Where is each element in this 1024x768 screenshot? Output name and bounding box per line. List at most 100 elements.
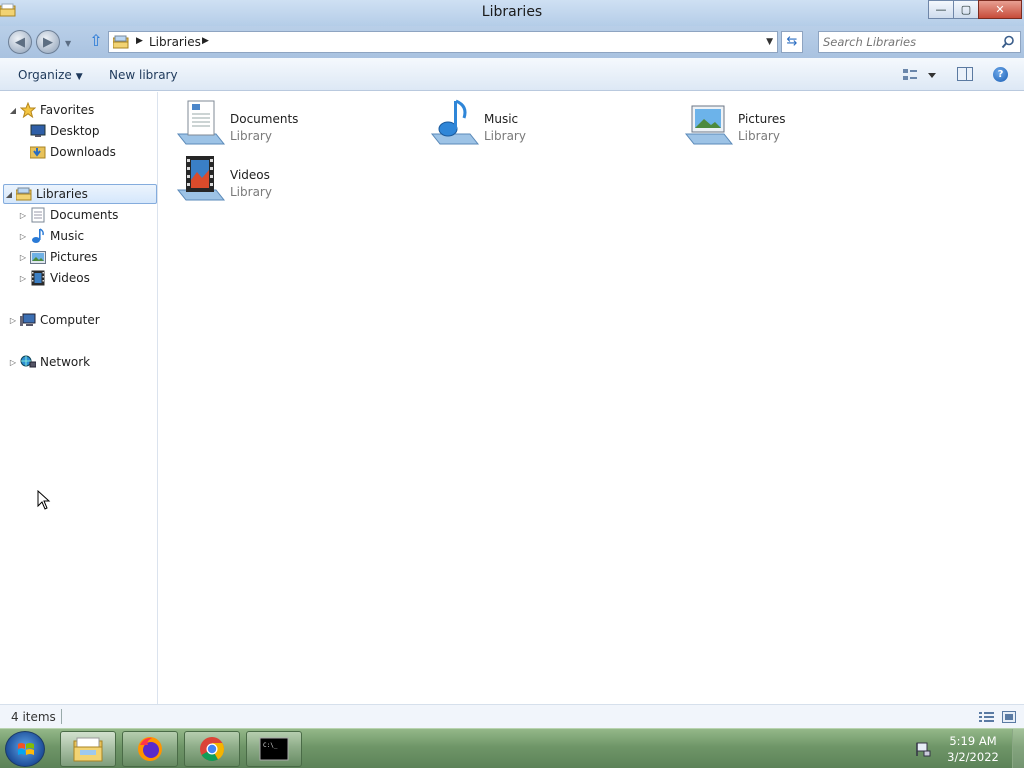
firefox-icon bbox=[138, 737, 162, 761]
taskbar-firefox[interactable] bbox=[122, 731, 178, 767]
maximize-button[interactable]: ▢ bbox=[953, 0, 979, 19]
library-tile-pictures[interactable]: Pictures Library bbox=[684, 98, 924, 150]
windows-logo-icon bbox=[18, 743, 34, 755]
expanded-arrow-icon[interactable]: ◢ bbox=[8, 106, 18, 115]
preview-pane-icon[interactable] bbox=[957, 67, 973, 81]
recent-pages-dropdown[interactable]: ▼ bbox=[65, 39, 71, 48]
command-bar: Organize ▼ New library ? bbox=[0, 58, 1024, 91]
music-note-icon bbox=[30, 228, 46, 244]
large-icons-view-icon[interactable] bbox=[1002, 711, 1016, 723]
taskbar-cmd[interactable]: C:\_ bbox=[246, 731, 302, 767]
tree-pictures[interactable]: ▷ Pictures bbox=[18, 247, 98, 267]
explorer-folder-icon bbox=[73, 737, 103, 762]
up-arrow-icon[interactable]: ⇧ bbox=[88, 32, 104, 50]
tree-favorites[interactable]: ◢ Favorites bbox=[8, 100, 94, 120]
address-bar[interactable]: ▶ Libraries ▶ ▼ bbox=[108, 31, 778, 53]
taskbar-explorer[interactable] bbox=[60, 731, 116, 767]
taskbar-clock[interactable]: 5:19 AM 3/2/2022 bbox=[940, 733, 1006, 765]
tree-videos[interactable]: ▷ Videos bbox=[18, 268, 90, 288]
search-input[interactable] bbox=[823, 34, 998, 50]
breadcrumb-chevron-icon[interactable]: ▶ bbox=[202, 36, 209, 46]
organize-label: Organize bbox=[18, 68, 72, 82]
pictures-icon bbox=[30, 249, 46, 265]
forward-button[interactable]: ▶ bbox=[36, 30, 60, 54]
window-title: Libraries bbox=[481, 4, 543, 20]
breadcrumb-chevron-icon[interactable]: ▶ bbox=[136, 36, 143, 46]
tree-documents[interactable]: ▷ Documents bbox=[18, 205, 118, 225]
libraries-icon bbox=[113, 35, 129, 49]
computer-icon bbox=[20, 312, 36, 328]
library-type: Library bbox=[230, 129, 272, 143]
libraries-label: Libraries bbox=[36, 187, 88, 201]
library-tile-documents[interactable]: Documents Library bbox=[176, 98, 416, 150]
library-tile-music[interactable]: Music Library bbox=[430, 98, 670, 150]
details-view-icon[interactable] bbox=[979, 711, 994, 723]
collapsed-arrow-icon[interactable]: ▷ bbox=[18, 274, 28, 283]
collapsed-arrow-icon[interactable]: ▷ bbox=[8, 316, 18, 325]
taskbar: C:\_ 5:19 AM 3/2/2022 bbox=[0, 728, 1024, 768]
clock-time: 5:19 AM bbox=[949, 734, 997, 748]
refresh-icon: ⇆ bbox=[786, 34, 798, 49]
title-bar: Libraries — ▢ ✕ bbox=[0, 0, 1024, 26]
downloads-folder-icon bbox=[30, 144, 46, 160]
expanded-arrow-icon[interactable]: ◢ bbox=[4, 190, 14, 199]
music-library-icon bbox=[430, 99, 480, 145]
help-icon[interactable]: ? bbox=[993, 67, 1008, 82]
mouse-cursor-icon bbox=[37, 490, 51, 510]
navigation-bar: ◀ ▶ ▼ ⇧ ▶ Libraries ▶ ▼ ⇆ bbox=[0, 26, 1024, 58]
chrome-icon bbox=[200, 737, 224, 762]
tree-desktop[interactable]: Desktop bbox=[28, 121, 100, 141]
item-count: 4 items bbox=[11, 710, 56, 724]
tree-network[interactable]: ▷ Network bbox=[8, 352, 90, 372]
forward-arrow-icon: ▶ bbox=[43, 34, 53, 50]
tree-downloads[interactable]: Downloads bbox=[28, 142, 116, 162]
network-icon bbox=[20, 354, 36, 370]
search-box[interactable] bbox=[818, 31, 1021, 53]
library-name: Music bbox=[484, 112, 519, 126]
library-type: Library bbox=[230, 185, 272, 199]
status-divider bbox=[61, 709, 62, 724]
library-type: Library bbox=[484, 129, 526, 143]
network-label: Network bbox=[40, 355, 91, 369]
library-tile-videos[interactable]: Videos Library bbox=[176, 154, 416, 206]
dropdown-caret-icon: ▼ bbox=[75, 72, 83, 82]
command-prompt-icon: C:\_ bbox=[259, 737, 289, 761]
videos-library-icon bbox=[176, 156, 226, 201]
minimize-button[interactable]: — bbox=[928, 0, 954, 19]
tree-music[interactable]: ▷ Music bbox=[18, 226, 84, 246]
clock-date: 3/2/2022 bbox=[947, 750, 999, 764]
address-dropdown-icon[interactable]: ▼ bbox=[766, 37, 773, 47]
taskbar-chrome[interactable] bbox=[184, 731, 240, 767]
navigation-pane: ◢ Favorites Desktop Downloads ◢ Librarie… bbox=[0, 92, 158, 704]
library-type: Library bbox=[738, 129, 780, 143]
organize-menu[interactable]: Organize ▼ bbox=[18, 68, 83, 82]
pictures-library-icon bbox=[684, 105, 734, 145]
search-icon[interactable] bbox=[1001, 35, 1015, 49]
downloads-label: Downloads bbox=[50, 145, 116, 159]
show-desktop-button[interactable] bbox=[1012, 729, 1024, 768]
videos-label: Videos bbox=[50, 271, 90, 285]
libraries-icon bbox=[16, 186, 32, 202]
change-view-icon[interactable] bbox=[902, 67, 938, 83]
library-list: Documents Library Music Library Pictures… bbox=[159, 92, 1024, 704]
desktop-icon bbox=[30, 123, 46, 139]
start-button[interactable] bbox=[5, 731, 45, 767]
action-center-flag-icon[interactable] bbox=[915, 741, 931, 757]
refresh-button[interactable]: ⇆ bbox=[781, 31, 803, 53]
breadcrumb-libraries[interactable]: Libraries bbox=[149, 35, 201, 49]
tree-computer[interactable]: ▷ Computer bbox=[8, 310, 100, 330]
collapsed-arrow-icon[interactable]: ▷ bbox=[18, 253, 28, 262]
documents-library-icon bbox=[176, 100, 226, 145]
favorites-label: Favorites bbox=[40, 103, 95, 117]
documents-label: Documents bbox=[50, 208, 119, 222]
back-button[interactable]: ◀ bbox=[8, 30, 32, 54]
videos-filmstrip-icon bbox=[30, 270, 46, 286]
collapsed-arrow-icon[interactable]: ▷ bbox=[18, 211, 28, 220]
library-name: Videos bbox=[230, 168, 270, 182]
close-button[interactable]: ✕ bbox=[978, 0, 1022, 19]
status-bar: 4 items bbox=[0, 704, 1024, 728]
new-library-button[interactable]: New library bbox=[109, 68, 178, 82]
collapsed-arrow-icon[interactable]: ▷ bbox=[8, 358, 18, 367]
collapsed-arrow-icon[interactable]: ▷ bbox=[18, 232, 28, 241]
tree-libraries[interactable]: ◢ Libraries bbox=[3, 184, 157, 204]
